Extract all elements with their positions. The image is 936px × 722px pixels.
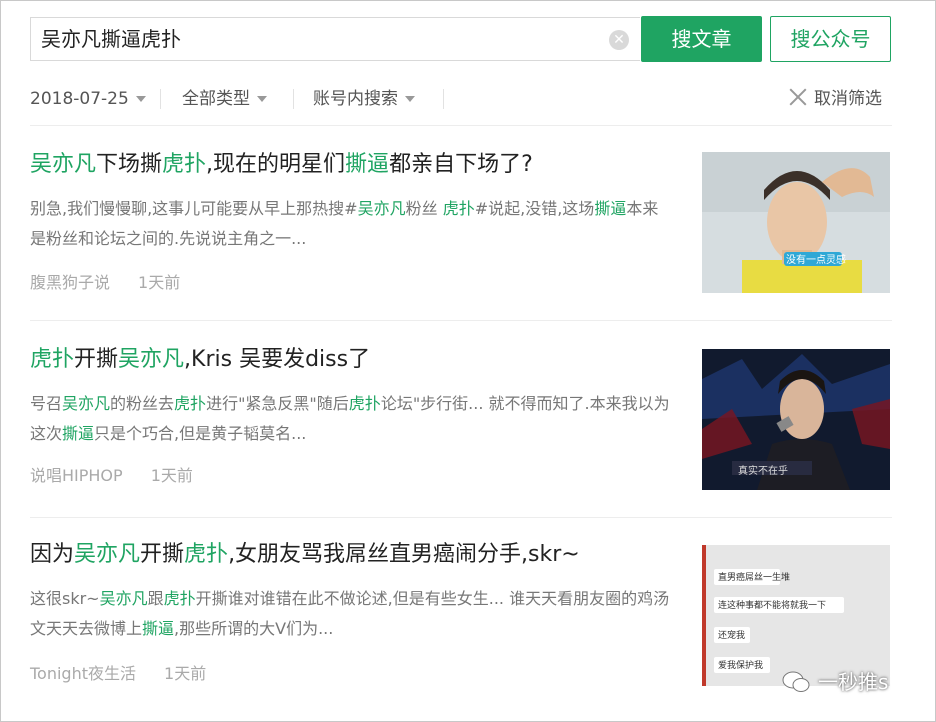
watermark: 一秒推s: [782, 666, 888, 698]
cancel-filter-button[interactable]: 取消筛选: [788, 86, 882, 112]
chat-bubble: 还宠我: [718, 631, 746, 641]
highlight-keyword: 虎扑: [30, 347, 75, 372]
filter-divider: [293, 89, 294, 109]
scope-filter[interactable]: 账号内搜索: [313, 86, 415, 112]
text-segment: 粉丝: [405, 199, 443, 218]
text-segment: 因为: [30, 542, 75, 567]
text-segment: 开撕: [74, 347, 119, 372]
caret-down-icon: [405, 96, 415, 102]
thumbnail-image: [702, 152, 890, 293]
text-segment: ,那些所谓的大V们为...: [174, 619, 334, 638]
filter-divider: [443, 89, 444, 109]
divider: [30, 125, 892, 126]
result-thumbnail[interactable]: 真实不在乎: [702, 349, 890, 490]
result-title[interactable]: 吴亦凡下场撕虎扑,现在的明星们撕逼都亲自下场了?: [30, 150, 533, 180]
watermark-text: 一秒推s: [818, 670, 889, 694]
highlight-keyword: 吴亦凡: [357, 199, 406, 218]
result-meta: Tonight夜生活 1天前: [30, 660, 206, 684]
clear-circle-icon[interactable]: ✕: [609, 30, 629, 50]
highlight-keyword: 虎扑: [442, 199, 475, 218]
result-meta: 腹黑狗子说 1天前: [30, 269, 180, 293]
result-meta: 说唱HIPHOP 1天前: [30, 462, 193, 486]
chat-bubble: 直男癌屌丝一生堆: [718, 573, 791, 583]
type-filter-label: 全部类型: [182, 89, 250, 109]
result-source[interactable]: Tonight夜生活: [30, 664, 136, 683]
highlight-keyword: 吴亦凡: [30, 152, 97, 177]
text-segment: ,现在的明星们: [206, 152, 346, 177]
thumbnail-caption: 真实不在乎: [738, 466, 788, 477]
text-segment: 下场撕: [96, 152, 163, 177]
text-segment: #说起,没错,这场: [474, 199, 595, 218]
type-filter[interactable]: 全部类型: [182, 86, 267, 112]
search-box[interactable]: ✕: [30, 17, 640, 61]
result-item[interactable]: 吴亦凡下场撕虎扑,现在的明星们撕逼都亲自下场了? 别急,我们慢慢聊,这事儿可能要…: [30, 150, 892, 300]
divider: [30, 517, 892, 518]
text-segment: ,女朋友骂我屌丝直男癌闹分手,skr~: [228, 542, 580, 567]
result-time: 1天前: [164, 664, 207, 683]
text-segment: 跟: [147, 589, 164, 608]
result-thumbnail[interactable]: 没有一点灵感: [702, 152, 890, 293]
text-segment: 都亲自下场了?: [389, 152, 533, 177]
highlight-keyword: 虎扑: [163, 589, 196, 608]
result-snippet: 别急,我们慢慢聊,这事儿可能要从早上那热搜#吴亦凡粉丝 虎扑#说起,没错,这场撕…: [30, 194, 670, 254]
scope-filter-label: 账号内搜索: [313, 89, 398, 109]
search-input[interactable]: [41, 18, 601, 60]
chat-bubble: 爱我保护我: [718, 661, 764, 671]
text-segment: 进行"紧急反黑"随后: [206, 394, 349, 413]
text-segment: 的粉丝去: [110, 394, 175, 413]
divider: [30, 320, 892, 321]
search-accounts-button[interactable]: 搜公众号: [770, 16, 891, 62]
date-filter[interactable]: 2018-07-25: [30, 86, 146, 112]
highlight-keyword: 撕逼: [142, 619, 175, 638]
highlight-keyword: 虎扑: [162, 152, 207, 177]
text-segment: 这很skr~: [30, 589, 100, 608]
text-segment: 号召: [30, 394, 63, 413]
result-source[interactable]: 腹黑狗子说: [30, 273, 110, 292]
result-item[interactable]: 因为吴亦凡开撕虎扑,女朋友骂我屌丝直男癌闹分手,skr~ 这很skr~吴亦凡跟虎…: [30, 540, 892, 690]
text-segment: 只是个巧合,但是黄子韬莫名...: [94, 424, 307, 443]
highlight-keyword: 虎扑: [348, 394, 381, 413]
highlight-keyword: 吴亦凡: [99, 589, 148, 608]
highlight-keyword: 虎扑: [184, 542, 229, 567]
search-articles-button[interactable]: 搜文章: [641, 16, 762, 62]
text-segment: ,Kris 吴要发diss了: [184, 347, 371, 372]
highlight-keyword: 吴亦凡: [62, 394, 111, 413]
result-title[interactable]: 因为吴亦凡开撕虎扑,女朋友骂我屌丝直男癌闹分手,skr~: [30, 540, 580, 570]
filter-divider: [160, 89, 161, 109]
text-segment: 开撕: [140, 542, 185, 567]
thumbnail-caption: 没有一点灵感: [786, 255, 846, 266]
date-filter-label: 2018-07-25: [30, 89, 129, 109]
chat-bubble: 连这种事都不能将就我一下: [718, 601, 827, 611]
cancel-filter-label: 取消筛选: [814, 89, 882, 109]
result-snippet: 号召吴亦凡的粉丝去虎扑进行"紧急反黑"随后虎扑论坛"步行街... 就不得而知了.…: [30, 389, 670, 449]
result-item[interactable]: 虎扑开撕吴亦凡,Kris 吴要发diss了 号召吴亦凡的粉丝去虎扑进行"紧急反黑…: [30, 345, 892, 495]
result-time: 1天前: [138, 273, 181, 292]
result-title[interactable]: 虎扑开撕吴亦凡,Kris 吴要发diss了: [30, 345, 370, 375]
wechat-icon: [782, 671, 810, 698]
highlight-keyword: 吴亦凡: [118, 347, 185, 372]
result-thumbnail[interactable]: 直男癌屌丝一生堆 连这种事都不能将就我一下 还宠我 爱我保护我: [702, 545, 890, 686]
caret-down-icon: [257, 96, 267, 102]
highlight-keyword: 撕逼: [594, 199, 627, 218]
highlight-keyword: 虎扑: [174, 394, 207, 413]
close-icon: [788, 87, 808, 107]
thumbnail-image: [702, 349, 890, 490]
result-source[interactable]: 说唱HIPHOP: [30, 466, 123, 485]
caret-down-icon: [135, 96, 146, 102]
highlight-keyword: 撕逼: [345, 152, 390, 177]
result-time: 1天前: [150, 466, 193, 485]
result-snippet: 这很skr~吴亦凡跟虎扑开撕谁对谁错在此不做论述,但是有些女生... 谁天天看朋…: [30, 584, 670, 644]
highlight-keyword: 吴亦凡: [74, 542, 141, 567]
text-segment: 别急,我们慢慢聊,这事儿可能要从早上那热搜#: [30, 199, 358, 218]
highlight-keyword: 撕逼: [62, 424, 95, 443]
